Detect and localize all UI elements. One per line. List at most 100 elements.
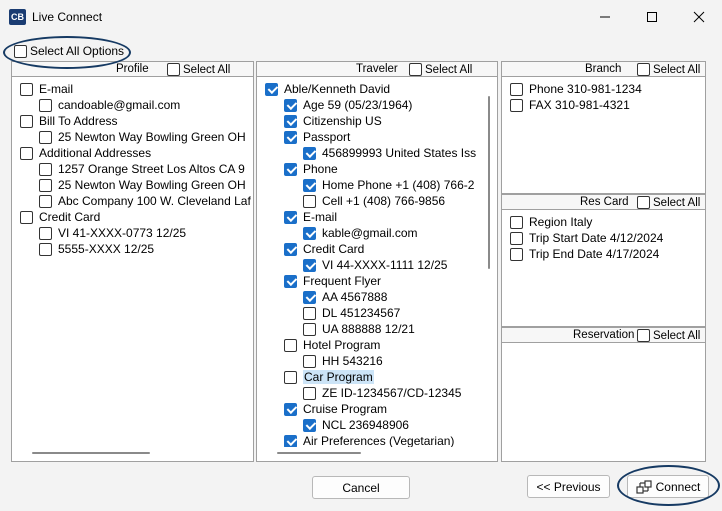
- traveler-item[interactable]: Credit Card: [284, 241, 364, 257]
- checkbox[interactable]: [39, 226, 52, 240]
- traveler-item[interactable]: AA 4567888: [303, 289, 387, 305]
- profile-select-all-box[interactable]: [167, 63, 180, 76]
- checkbox[interactable]: [303, 306, 316, 320]
- checkbox[interactable]: [20, 114, 33, 128]
- traveler-item[interactable]: VI 44-XXXX-1111 12/25: [303, 257, 447, 273]
- traveler-item[interactable]: Passport: [284, 129, 350, 145]
- checkbox[interactable]: [20, 82, 33, 96]
- res-card-select-all[interactable]: Select All: [637, 196, 700, 209]
- checkbox[interactable]: [265, 82, 278, 96]
- traveler-item[interactable]: Hotel Program: [284, 337, 380, 353]
- traveler-item[interactable]: HH 543216: [303, 353, 383, 369]
- checkbox[interactable]: [303, 146, 316, 160]
- checkbox[interactable]: [39, 162, 52, 176]
- checkbox[interactable]: [303, 290, 316, 304]
- profile-item[interactable]: VI 41-XXXX-0773 12/25: [39, 225, 186, 241]
- traveler-vscrollbar[interactable]: [488, 96, 490, 269]
- checkbox[interactable]: [510, 247, 523, 261]
- profile-item[interactable]: Abc Company 100 W. Cleveland Laf: [39, 193, 251, 209]
- checkbox[interactable]: [284, 242, 297, 256]
- traveler-item[interactable]: Car Program: [284, 369, 374, 385]
- profile-select-all[interactable]: Select All: [167, 63, 230, 76]
- profile-item[interactable]: 5555-XXXX 12/25: [39, 241, 154, 257]
- profile-item[interactable]: candoable@gmail.com: [39, 97, 180, 113]
- select-all-options-checkbox[interactable]: Select All Options: [14, 44, 124, 58]
- checkbox[interactable]: [39, 98, 52, 112]
- checkbox[interactable]: [39, 242, 52, 256]
- checkbox[interactable]: [303, 226, 316, 240]
- profile-hscrollbar[interactable]: [32, 452, 150, 454]
- checkbox[interactable]: [303, 322, 316, 336]
- branch-select-all[interactable]: Select All: [637, 63, 700, 76]
- previous-button[interactable]: << Previous: [527, 475, 610, 498]
- checkbox[interactable]: [510, 231, 523, 245]
- connect-button[interactable]: Connect: [627, 475, 709, 498]
- reservation-select-all-box[interactable]: [637, 329, 650, 342]
- profile-item[interactable]: Additional Addresses: [20, 145, 151, 161]
- checkbox[interactable]: [20, 210, 33, 224]
- checkbox[interactable]: [284, 370, 297, 384]
- checkbox[interactable]: [284, 274, 297, 288]
- checkbox[interactable]: [303, 258, 316, 272]
- checkbox[interactable]: [303, 178, 316, 192]
- checkbox[interactable]: [39, 194, 52, 208]
- minimize-button[interactable]: [582, 0, 628, 34]
- res-card-item[interactable]: Trip Start Date 4/12/2024: [510, 230, 663, 246]
- branch-item[interactable]: Phone 310-981-1234: [510, 81, 642, 97]
- traveler-item[interactable]: ZE ID-1234567/CD-12345: [303, 385, 461, 401]
- cancel-button[interactable]: Cancel: [312, 476, 410, 499]
- checkbox[interactable]: [510, 215, 523, 229]
- traveler-item[interactable]: NCL 236948906: [303, 417, 409, 433]
- profile-item[interactable]: E-mail: [20, 81, 73, 97]
- traveler-item[interactable]: Phone: [284, 161, 338, 177]
- checkbox[interactable]: [39, 130, 52, 144]
- traveler-hscrollbar[interactable]: [277, 452, 361, 454]
- traveler-select-all[interactable]: Select All: [409, 63, 472, 76]
- checkbox[interactable]: [303, 386, 316, 400]
- checkbox[interactable]: [284, 98, 297, 112]
- traveler-item[interactable]: Citizenship US: [284, 113, 382, 129]
- branch-panel: Branch Select All Phone 310-981-1234 FAX …: [501, 61, 706, 194]
- profile-item[interactable]: 1257 Orange Street Los Altos CA 9: [39, 161, 245, 177]
- traveler-item[interactable]: UA 888888 12/21: [303, 321, 415, 337]
- traveler-item[interactable]: Frequent Flyer: [284, 273, 381, 289]
- checkbox[interactable]: [39, 178, 52, 192]
- traveler-item[interactable]: E-mail: [284, 209, 337, 225]
- checkbox[interactable]: [284, 338, 297, 352]
- close-button[interactable]: [676, 0, 722, 34]
- traveler-item[interactable]: Able/Kenneth David: [265, 81, 390, 97]
- checkbox[interactable]: [303, 194, 316, 208]
- select-all-options-box[interactable]: [14, 44, 27, 58]
- traveler-item[interactable]: kable@gmail.com: [303, 225, 418, 241]
- checkbox[interactable]: [284, 162, 297, 176]
- traveler-item[interactable]: Cruise Program: [284, 401, 387, 417]
- traveler-item[interactable]: 456899993 United States Iss: [303, 145, 476, 161]
- traveler-item[interactable]: Cell +1 (408) 766-9856: [303, 193, 445, 209]
- traveler-item[interactable]: Home Phone +1 (408) 766-2: [303, 177, 474, 193]
- res-card-select-all-box[interactable]: [637, 196, 650, 209]
- profile-item[interactable]: Bill To Address: [20, 113, 118, 129]
- res-card-item[interactable]: Region Italy: [510, 214, 592, 230]
- checkbox[interactable]: [284, 434, 297, 447]
- traveler-item[interactable]: DL 451234567: [303, 305, 400, 321]
- checkbox[interactable]: [284, 210, 297, 224]
- checkbox[interactable]: [284, 402, 297, 416]
- checkbox[interactable]: [284, 114, 297, 128]
- profile-item[interactable]: 25 Newton Way Bowling Green OH: [39, 177, 246, 193]
- traveler-item[interactable]: Age 59 (05/23/1964): [284, 97, 412, 113]
- maximize-button[interactable]: [629, 0, 675, 34]
- profile-item[interactable]: Credit Card: [20, 209, 100, 225]
- traveler-item[interactable]: Air Preferences (Vegetarian): [284, 433, 454, 447]
- res-card-item[interactable]: Trip End Date 4/17/2024: [510, 246, 659, 262]
- checkbox[interactable]: [303, 418, 316, 432]
- checkbox[interactable]: [284, 130, 297, 144]
- branch-select-all-box[interactable]: [637, 63, 650, 76]
- reservation-select-all[interactable]: Select All: [637, 329, 700, 342]
- profile-item[interactable]: 25 Newton Way Bowling Green OH: [39, 129, 246, 145]
- checkbox[interactable]: [510, 98, 523, 112]
- checkbox[interactable]: [510, 82, 523, 96]
- checkbox[interactable]: [20, 146, 33, 160]
- traveler-select-all-box[interactable]: [409, 63, 422, 76]
- branch-item[interactable]: FAX 310-981-4321: [510, 97, 630, 113]
- checkbox[interactable]: [303, 354, 316, 368]
